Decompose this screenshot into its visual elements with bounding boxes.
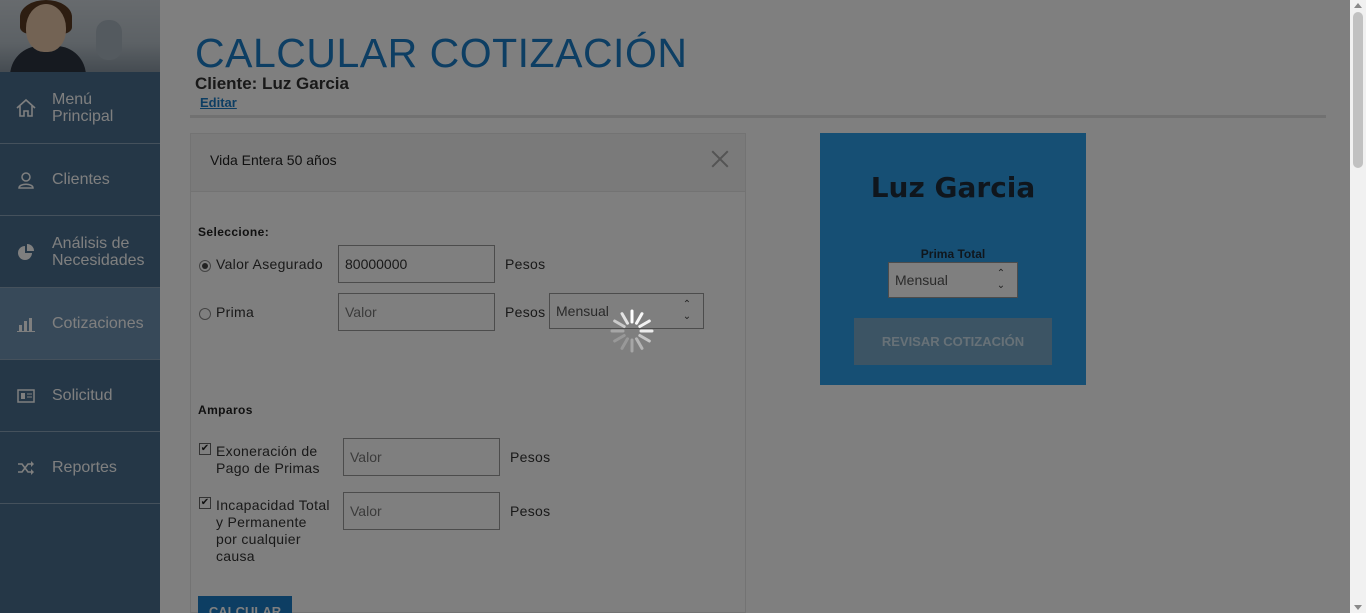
- scroll-down-icon[interactable]: [1354, 605, 1362, 610]
- loading-spinner-icon: [610, 309, 654, 353]
- scroll-thumb[interactable]: [1353, 12, 1363, 168]
- scroll-up-icon[interactable]: [1354, 3, 1362, 8]
- page-scrollbar[interactable]: [1350, 0, 1366, 613]
- loading-overlay: [0, 0, 1350, 613]
